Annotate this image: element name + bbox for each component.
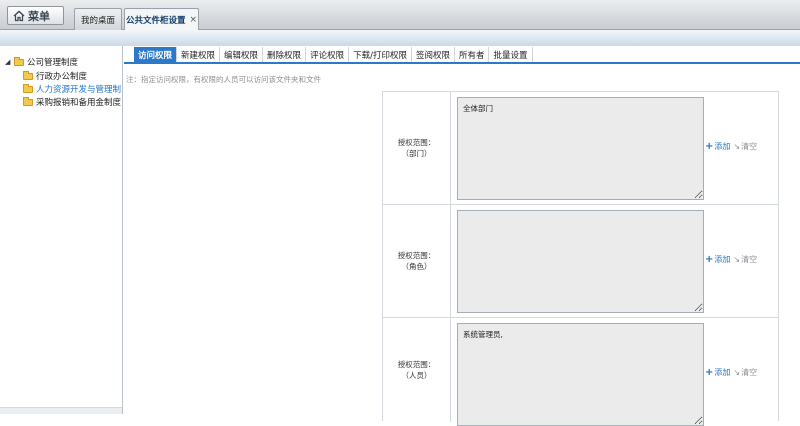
row-label-line2: （人员） [401,371,432,380]
tree-node-root[interactable]: ◢ 公司管理制度 [5,56,78,68]
hint-note: 注：指定访问权限，有权限的人员可以访问该文件夹和文件 [126,75,321,84]
permission-row-user: 授权范围： （人员） 系统管理员, + 添加 ↘ 清空 [383,318,778,426]
subtab-batch[interactable]: 批量设置 [489,47,533,62]
tree-node-label: 公司管理制度 [27,58,79,68]
permission-tabs: 访问权限 新建权限 编辑权限 删除权限 评论权限 下载/打印权限 签阅权限 所有… [124,47,800,64]
subtab-create[interactable]: 新建权限 [177,47,221,62]
add-button[interactable]: + 添加 [705,141,730,152]
tree-node-label: 人力资源开发与管理制 [36,85,122,95]
tab-my-desktop[interactable]: 我的桌面 [74,8,122,30]
row-label-line1: 授权范围： [397,138,436,147]
eraser-icon: ↘ [733,368,741,377]
row-label-line1: 授权范围： [397,251,436,260]
close-icon[interactable]: × [189,15,197,25]
subtab-owner[interactable]: 所有者 [455,47,490,62]
tree-node-child[interactable]: 采购报销和备用金制度 [23,96,121,108]
permission-row-dept: 授权范围： （部门） 全体部门 + 添加 ↘ 清空 [383,92,778,205]
row-label-line1: 授权范围： [397,360,436,369]
user-textarea[interactable]: 系统管理员, [457,323,704,426]
add-label: 添加 [714,142,731,151]
row-label: 授权范围： （部门） [383,92,451,204]
subtab-download-print[interactable]: 下载/打印权限 [349,47,412,62]
tab-label: 我的桌面 [80,15,115,26]
subtab-access[interactable]: 访问权限 [134,47,178,62]
clear-label: 清空 [741,255,758,264]
folder-icon [23,96,33,106]
home-icon [13,10,25,21]
eraser-icon: ↘ [733,255,741,264]
clear-label: 清空 [741,368,758,377]
folder-icon [23,83,33,93]
add-button[interactable]: + 添加 [705,254,730,265]
dept-textarea[interactable]: 全体部门 [457,97,704,200]
row-actions: + 添加 ↘ 清空 [705,141,757,152]
tab-cabinet-settings[interactable]: 公共文件柜设置 × [124,8,199,31]
clear-button[interactable]: ↘ 清空 [733,141,757,152]
folder-icon [14,56,24,66]
row-actions: + 添加 ↘ 清空 [705,254,757,265]
tree-node-child[interactable]: 行政办公制度 [23,70,87,82]
folder-icon [23,70,33,80]
collapse-toggle-icon[interactable]: ◢ [5,58,12,66]
plus-icon: + [705,141,714,152]
clear-label: 清空 [741,142,758,151]
menu-label: 菜单 [28,9,50,23]
role-textarea[interactable] [457,210,704,313]
row-label-line2: （部门） [401,149,432,158]
clear-button[interactable]: ↘ 清空 [733,254,757,265]
add-label: 添加 [714,255,731,264]
top-bar: 菜单 我的桌面 公共文件柜设置 × [0,0,800,31]
menu-button[interactable]: 菜单 [7,6,64,25]
permission-row-role: 授权范围： （角色） + 添加 ↘ 清空 [383,205,778,318]
add-button[interactable]: + 添加 [705,367,730,378]
folder-tree: ◢ 公司管理制度 行政办公制度 人力资源开发与管理制 采购报销和备用金制度 [0,46,123,414]
row-label: 授权范围： （人员） [383,318,451,422]
clear-button[interactable]: ↘ 清空 [733,367,757,378]
row-label: 授权范围： （角色） [383,205,451,317]
tree-node-child-selected[interactable]: 人力资源开发与管理制 [23,83,121,95]
horizontal-scrollbar[interactable] [0,407,122,414]
tree-node-label: 行政办公制度 [36,72,88,82]
header-band [0,30,800,46]
row-label-line2: （角色） [401,262,432,271]
eraser-icon: ↘ [733,142,741,151]
plus-icon: + [705,367,714,378]
subtab-review[interactable]: 签阅权限 [412,47,455,62]
subtab-delete[interactable]: 删除权限 [263,47,307,62]
permission-table: 授权范围： （部门） 全体部门 + 添加 ↘ 清空 授权范围： （角色） + 添… [382,91,779,426]
row-actions: + 添加 ↘ 清空 [705,367,757,378]
tree-node-label: 采购报销和备用金制度 [36,98,122,108]
tab-label: 公共文件柜设置 [125,16,186,26]
subtab-comment[interactable]: 评论权限 [306,47,350,62]
subtab-edit[interactable]: 编辑权限 [220,47,264,62]
plus-icon: + [705,254,714,265]
add-label: 添加 [714,368,731,377]
